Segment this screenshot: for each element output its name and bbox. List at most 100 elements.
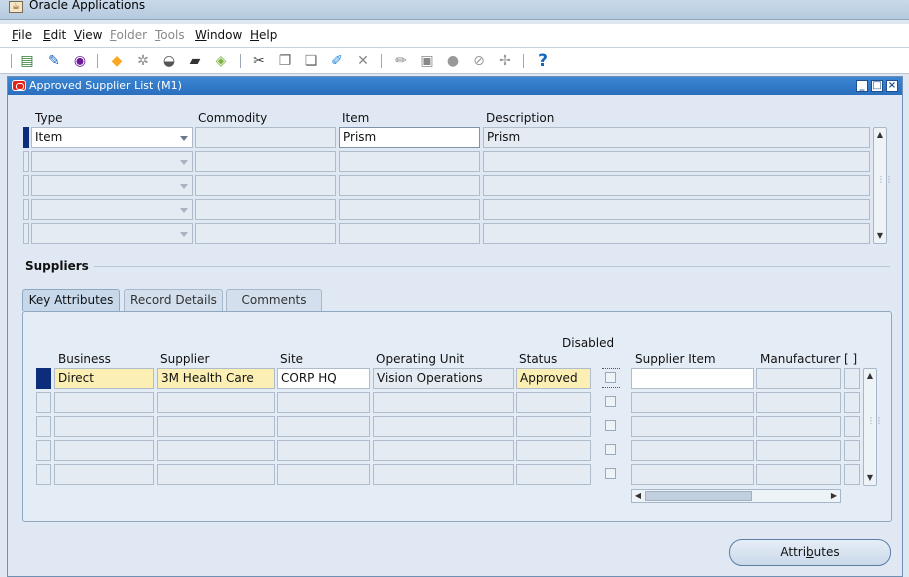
scroll-left-icon[interactable]: ◀ xyxy=(632,490,644,502)
manufacturer-field[interactable] xyxy=(756,440,841,461)
help-icon[interactable]: ? xyxy=(534,52,552,70)
menu-tools[interactable]: Tools xyxy=(155,28,185,42)
supplier-field[interactable]: 3M Health Care xyxy=(157,368,275,389)
clear-form-icon[interactable]: ◈ xyxy=(212,52,230,70)
close-icon[interactable]: × xyxy=(886,80,898,92)
supplier-record-indicator[interactable] xyxy=(36,392,51,413)
supplier-field[interactable] xyxy=(157,416,275,437)
commodity-field[interactable] xyxy=(195,175,336,196)
operating-unit-field[interactable] xyxy=(373,464,514,485)
attributes-button[interactable]: Attributes xyxy=(729,539,891,566)
menu-window[interactable]: Window xyxy=(195,28,242,42)
copy-icon[interactable]: ❐ xyxy=(276,52,294,70)
item-field[interactable] xyxy=(339,175,480,196)
type-select[interactable] xyxy=(31,151,193,172)
supplier-field[interactable] xyxy=(157,440,275,461)
descriptive-flexfield-header[interactable]: [ ] xyxy=(844,352,857,366)
disabled-checkbox[interactable] xyxy=(605,444,616,455)
save-icon[interactable]: ◆ xyxy=(108,52,126,70)
operating-unit-field[interactable]: Vision Operations xyxy=(373,368,514,389)
menu-folder[interactable]: Folder xyxy=(110,28,147,42)
supplier-vertical-scrollbar[interactable]: ▲ ⋮⋮ ▼ xyxy=(863,368,883,486)
print-icon[interactable]: ◒ xyxy=(160,52,178,70)
close-form-icon[interactable]: ▰ xyxy=(186,52,204,70)
site-field[interactable] xyxy=(277,464,370,485)
tab-record-details[interactable]: Record Details xyxy=(124,289,223,311)
supplier-item-field[interactable] xyxy=(631,440,754,461)
flexfield-cell[interactable] xyxy=(844,440,860,461)
type-select[interactable] xyxy=(31,223,193,244)
operating-unit-field[interactable] xyxy=(373,392,514,413)
description-field[interactable] xyxy=(483,151,870,172)
disabled-checkbox[interactable] xyxy=(605,396,616,407)
menu-file[interactable]: File xyxy=(12,28,32,42)
minimize-icon[interactable]: _ xyxy=(856,80,868,92)
edit-field-icon[interactable]: ✏ xyxy=(392,52,410,70)
scroll-up-icon[interactable]: ▲ xyxy=(874,128,886,142)
scroll-right-icon[interactable]: ▶ xyxy=(828,490,840,502)
supplier-item-field[interactable] xyxy=(631,464,754,485)
site-field[interactable] xyxy=(277,416,370,437)
commodity-field[interactable] xyxy=(195,199,336,220)
tab-comments[interactable]: Comments xyxy=(226,289,322,311)
item-field[interactable] xyxy=(339,151,480,172)
menu-help[interactable]: Help xyxy=(250,28,277,42)
scroll-up-icon[interactable]: ▲ xyxy=(864,369,876,383)
disabled-checkbox[interactable] xyxy=(605,372,616,383)
supplier-item-field[interactable] xyxy=(631,368,754,389)
item-field[interactable] xyxy=(339,199,480,220)
scroll-grip-icon[interactable]: ⋮⋮ xyxy=(867,417,883,431)
disabled-checkbox[interactable] xyxy=(605,420,616,431)
business-field[interactable] xyxy=(54,392,154,413)
next-step-icon[interactable]: ✲ xyxy=(134,52,152,70)
business-field[interactable]: Direct xyxy=(54,368,154,389)
status-field[interactable] xyxy=(516,392,591,413)
manufacturer-field[interactable] xyxy=(756,416,841,437)
description-field[interactable]: Prism xyxy=(483,127,870,148)
flexfield-cell[interactable] xyxy=(844,392,860,413)
status-field[interactable] xyxy=(516,440,591,461)
item-field[interactable] xyxy=(339,223,480,244)
supplier-record-indicator-current[interactable] xyxy=(36,368,51,389)
flexfield-cell[interactable] xyxy=(844,368,860,389)
folder-tools-icon[interactable]: ✢ xyxy=(496,52,514,70)
site-field[interactable]: CORP HQ xyxy=(277,368,370,389)
manufacturer-field[interactable] xyxy=(756,464,841,485)
business-field[interactable] xyxy=(54,416,154,437)
new-record-icon[interactable]: ▤ xyxy=(18,52,36,70)
supplier-item-field[interactable] xyxy=(631,416,754,437)
item-field[interactable]: Prism xyxy=(339,127,480,148)
flexfield-cell[interactable] xyxy=(844,416,860,437)
supplier-item-field[interactable] xyxy=(631,392,754,413)
status-field[interactable] xyxy=(516,464,591,485)
record-indicator[interactable] xyxy=(23,223,29,244)
attachments-icon[interactable]: ⊘ xyxy=(470,52,488,70)
business-field[interactable] xyxy=(54,464,154,485)
record-indicator-current[interactable] xyxy=(23,127,29,148)
new-icon[interactable]: ✐ xyxy=(328,52,346,70)
scroll-down-icon[interactable]: ▼ xyxy=(864,471,876,485)
status-field[interactable]: Approved xyxy=(516,368,591,389)
description-field[interactable] xyxy=(483,199,870,220)
find-icon[interactable]: ✎ xyxy=(45,52,63,70)
commodity-field[interactable] xyxy=(195,223,336,244)
manufacturer-field[interactable] xyxy=(756,392,841,413)
status-field[interactable] xyxy=(516,416,591,437)
navigator-icon[interactable]: ◉ xyxy=(71,52,89,70)
site-field[interactable] xyxy=(277,392,370,413)
type-select[interactable]: Item xyxy=(31,127,193,148)
scroll-grip-icon[interactable]: ⋮⋮ xyxy=(877,176,893,190)
supplier-horizontal-scrollbar[interactable]: ◀ ▶ xyxy=(631,489,841,503)
paste-icon[interactable]: ❏ xyxy=(302,52,320,70)
site-field[interactable] xyxy=(277,440,370,461)
commodity-field[interactable] xyxy=(195,127,336,148)
type-select[interactable] xyxy=(31,199,193,220)
description-field[interactable] xyxy=(483,223,870,244)
flexfield-cell[interactable] xyxy=(844,464,860,485)
supplier-field[interactable] xyxy=(157,464,275,485)
commodity-field[interactable] xyxy=(195,151,336,172)
operating-unit-field[interactable] xyxy=(373,440,514,461)
disabled-checkbox[interactable] xyxy=(605,468,616,479)
supplier-record-indicator[interactable] xyxy=(36,440,51,461)
record-indicator[interactable] xyxy=(23,151,29,172)
